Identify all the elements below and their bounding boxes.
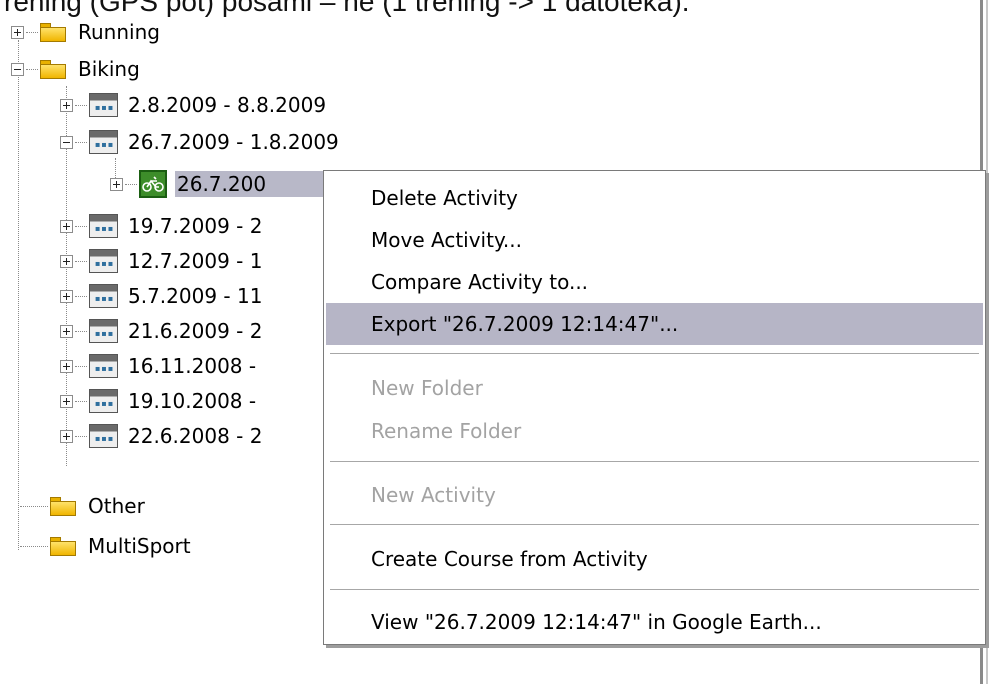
tree-connector [20,545,48,547]
calendar-week-icon [89,214,118,238]
tree-node-multisport[interactable]: MultiSport [18,531,193,561]
menu-item-export[interactable]: Export "26.7.2009 12:14:47"... [326,303,983,345]
tree-label-week: 12.7.2009 - 1 [128,249,263,273]
menu-separator [330,524,979,528]
tree-connector [125,183,137,185]
expand-plus-icon[interactable] [60,429,73,443]
folder-icon [50,537,76,556]
expand-plus-icon[interactable] [60,324,73,338]
menu-item-new-folder[interactable]: New Folder [326,367,983,409]
tree-connector [20,505,48,507]
bike-activity-icon [139,170,167,198]
tree-label-activity: 26.7.200 [175,171,337,197]
tree-connector [75,435,87,437]
collapse-minus-icon[interactable] [11,62,24,76]
tree-connector [26,31,38,33]
tree-node-activity[interactable]: 26.7.200 [110,169,337,199]
expand-plus-icon[interactable] [60,254,73,268]
menu-separator [330,589,979,593]
tree-node-week-3[interactable]: 12.7.2009 - 1 [60,246,264,276]
tree-label-other: Other [88,494,145,518]
calendar-week-icon [89,284,118,308]
tree-label-week: 26.7.2009 - 1.8.2009 [128,130,339,154]
tree-node-week-1[interactable]: 26.7.2009 - 1.8.2009 [60,127,341,157]
tree-label-week: 21.6.2009 - 2 [128,319,263,343]
tree-connector [75,141,87,143]
calendar-week-icon [89,424,118,448]
tree-label-multisport: MultiSport [88,534,191,558]
tree-node-week-8[interactable]: 22.6.2008 - 2 [60,421,264,451]
tree-connector [75,104,87,106]
tree-label-biking: Biking [78,57,140,81]
tree-label-week: 16.11.2008 - [128,354,257,378]
tree-label-week: 22.6.2008 - 2 [128,424,263,448]
tree-label-week: 5.7.2009 - 11 [128,284,263,308]
panel-border-inner [986,0,988,684]
tree-connector [75,365,87,367]
tree-guide-root [18,40,19,550]
menu-item-create-course[interactable]: Create Course from Activity [326,538,983,580]
calendar-week-icon [89,249,118,273]
menu-item-compare-activity[interactable]: Compare Activity to... [326,261,983,303]
tree-connector [75,260,87,262]
collapse-minus-icon[interactable] [60,135,73,149]
expand-plus-icon[interactable] [60,394,73,408]
folder-icon [40,60,66,79]
tree-label-running: Running [78,20,160,44]
calendar-week-icon [89,319,118,343]
tree-node-biking[interactable]: Biking [11,54,142,84]
menu-item-move-activity[interactable]: Move Activity... [326,219,983,261]
folder-icon [40,23,66,42]
tree-node-week-5[interactable]: 21.6.2009 - 2 [60,316,264,346]
calendar-week-icon [89,93,118,117]
tree-label-week: 19.7.2009 - 2 [128,214,263,238]
tree-label-week: 2.8.2009 - 8.8.2009 [128,93,327,117]
menu-separator [330,461,979,465]
tree-node-week-6[interactable]: 16.11.2008 - [60,351,258,381]
calendar-week-icon [89,389,118,413]
tree-node-week-2[interactable]: 19.7.2009 - 2 [60,211,264,241]
tree-connector [26,68,38,70]
expand-plus-icon[interactable] [60,359,73,373]
context-menu: Delete Activity Move Activity... Compare… [323,170,986,645]
menu-item-new-activity[interactable]: New Activity [326,474,983,516]
tree-connector [75,330,87,332]
menu-item-view-google-earth[interactable]: View "26.7.2009 12:14:47" in Google Eart… [326,601,983,643]
tree-node-running[interactable]: Running [11,17,162,47]
calendar-week-icon [89,130,118,154]
menu-separator [330,353,979,357]
tree-node-week-4[interactable]: 5.7.2009 - 11 [60,281,264,311]
tree-label-week: 19.10.2008 - [128,389,257,413]
expand-plus-icon[interactable] [60,219,73,233]
expand-plus-icon[interactable] [60,289,73,303]
tree-node-week-0[interactable]: 2.8.2009 - 8.8.2009 [60,90,328,120]
tree-node-week-7[interactable]: 19.10.2008 - [60,386,258,416]
expand-plus-icon[interactable] [60,98,73,112]
tree-connector [75,400,87,402]
tree-node-other[interactable]: Other [18,491,147,521]
tree-connector [75,225,87,227]
expand-plus-icon[interactable] [110,177,123,191]
menu-item-delete-activity[interactable]: Delete Activity [326,177,983,219]
expand-plus-icon[interactable] [11,25,24,39]
menu-item-rename-folder[interactable]: Rename Folder [326,410,983,452]
calendar-week-icon [89,354,118,378]
folder-icon [50,497,76,516]
tree-connector [75,295,87,297]
